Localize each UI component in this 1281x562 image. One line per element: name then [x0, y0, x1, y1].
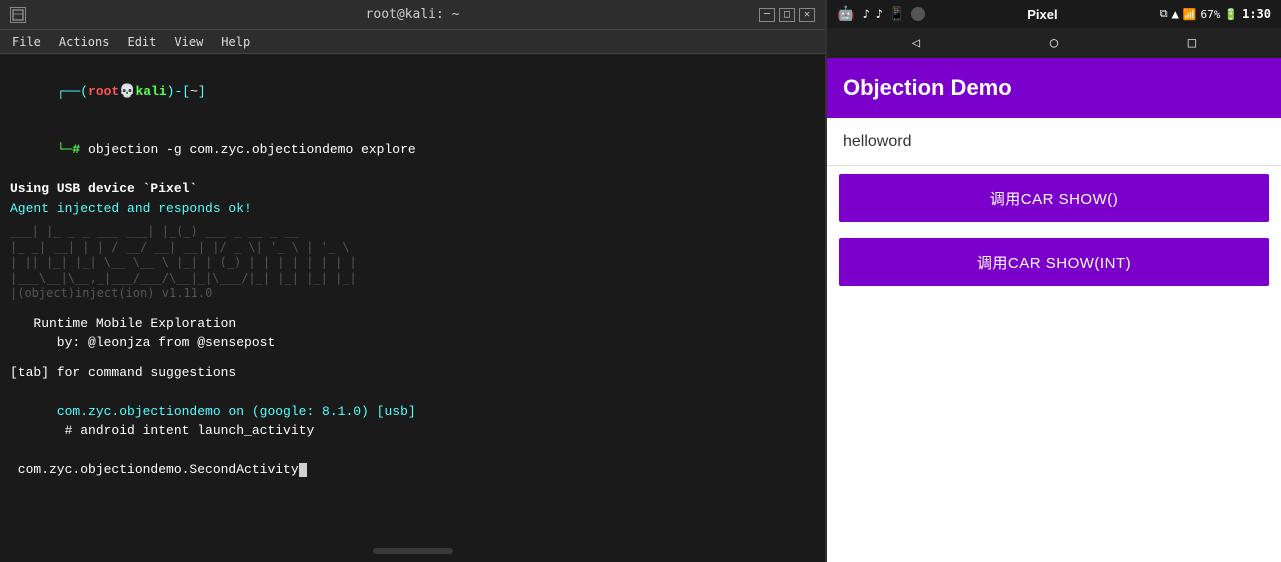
- terminal-line: ┌──(root💀kali)-[~]: [10, 62, 815, 121]
- music-icon: ♪: [862, 7, 869, 21]
- terminal-window-buttons[interactable]: ─ □ ✕: [759, 8, 815, 22]
- terminal-line: by: @leonjza from @sensepost: [10, 333, 815, 353]
- scroll-indicator: [373, 548, 453, 554]
- terminal-line: com.zyc.objectiondemo.SecondActivity: [10, 460, 815, 480]
- terminal-menubar: File Actions Edit View Help: [0, 30, 825, 54]
- ascii-art: ___| |_ _ _ ___ ___| |_(_) ___ _ __ _ __…: [10, 224, 815, 302]
- phone-status-bar: 🤖 ♪ ♪ 📱 Pixel ⧉ ▲ 📶 67% 🔋 1:30: [827, 0, 1281, 28]
- terminal-cursor: [299, 463, 307, 477]
- text-field-value: helloword: [843, 133, 911, 151]
- terminal-window-controls: [10, 7, 26, 23]
- terminal-titlebar: root@kali: ~ ─ □ ✕: [0, 0, 825, 30]
- device-name: Pixel: [1027, 7, 1057, 22]
- phone-content: helloword 调用CAR SHOW() 调用CAR SHOW(INT): [827, 118, 1281, 562]
- status-bar-right: ⧉ ▲ 📶 67% 🔋 1:30: [1160, 7, 1271, 21]
- terminal-line: com.zyc.objectiondemo on (google: 8.1.0)…: [10, 382, 815, 460]
- terminal-panel: root@kali: ~ ─ □ ✕ File Actions Edit Vie…: [0, 0, 825, 562]
- android-icon: 🤖: [837, 6, 854, 22]
- phone-bottom-space: [827, 294, 1281, 562]
- terminal-body[interactable]: ┌──(root💀kali)-[~] └─# objection -g com.…: [0, 54, 825, 562]
- terminal-line: Using USB device `Pixel`: [10, 179, 815, 199]
- phone-app-header: Objection Demo: [827, 58, 1281, 118]
- menu-view[interactable]: View: [166, 33, 211, 51]
- car-show-button[interactable]: 调用CAR SHOW(): [839, 174, 1269, 222]
- car-show-button-label: 调用CAR SHOW(): [990, 188, 1119, 209]
- status-time: 1:30: [1242, 7, 1271, 21]
- back-nav-icon[interactable]: ◁: [912, 35, 920, 51]
- menu-actions[interactable]: Actions: [51, 33, 118, 51]
- terminal-line: Agent injected and responds ok!: [10, 199, 815, 219]
- battery-percentage: 67%: [1201, 8, 1221, 21]
- menu-file[interactable]: File: [4, 33, 49, 51]
- car-show-int-button[interactable]: 调用CAR SHOW(INT): [839, 238, 1269, 286]
- circle-icon: [911, 7, 925, 21]
- status-bar-left: 🤖 ♪ ♪ 📱: [837, 6, 925, 22]
- copy-icon: ⧉: [1160, 7, 1168, 21]
- terminal-title: root@kali: ~: [366, 7, 460, 22]
- music-icon2: ♪: [876, 7, 883, 21]
- terminal-line: Runtime Mobile Exploration: [10, 314, 815, 334]
- menu-edit[interactable]: Edit: [119, 33, 164, 51]
- minimize-button[interactable]: ─: [759, 8, 775, 22]
- close-button[interactable]: ✕: [799, 8, 815, 22]
- menu-help[interactable]: Help: [213, 33, 258, 51]
- app-title: Objection Demo: [843, 75, 1012, 101]
- terminal-app-icon: [10, 7, 26, 23]
- car-show-int-button-label: 调用CAR SHOW(INT): [977, 252, 1131, 273]
- phone-panel: 🤖 ♪ ♪ 📱 Pixel ⧉ ▲ 📶 67% 🔋 1:30 ◁ ○: [825, 0, 1281, 562]
- signal-icon: 📶: [1183, 8, 1197, 21]
- recents-nav-icon[interactable]: □: [1188, 35, 1196, 51]
- status-bar-center: Pixel: [925, 7, 1160, 22]
- home-nav-icon[interactable]: ○: [1050, 35, 1058, 51]
- wifi-icon: ▲: [1172, 7, 1179, 21]
- phone-nav-bar: ◁ ○ □: [827, 28, 1281, 58]
- battery-icon: 🔋: [1224, 8, 1238, 21]
- terminal-line: └─# objection -g com.zyc.objectiondemo e…: [10, 121, 815, 180]
- phone-icon: 📱: [889, 7, 905, 22]
- terminal-line: [tab] for command suggestions: [10, 363, 815, 383]
- phone-text-field[interactable]: helloword: [827, 118, 1281, 166]
- maximize-button[interactable]: □: [779, 8, 795, 22]
